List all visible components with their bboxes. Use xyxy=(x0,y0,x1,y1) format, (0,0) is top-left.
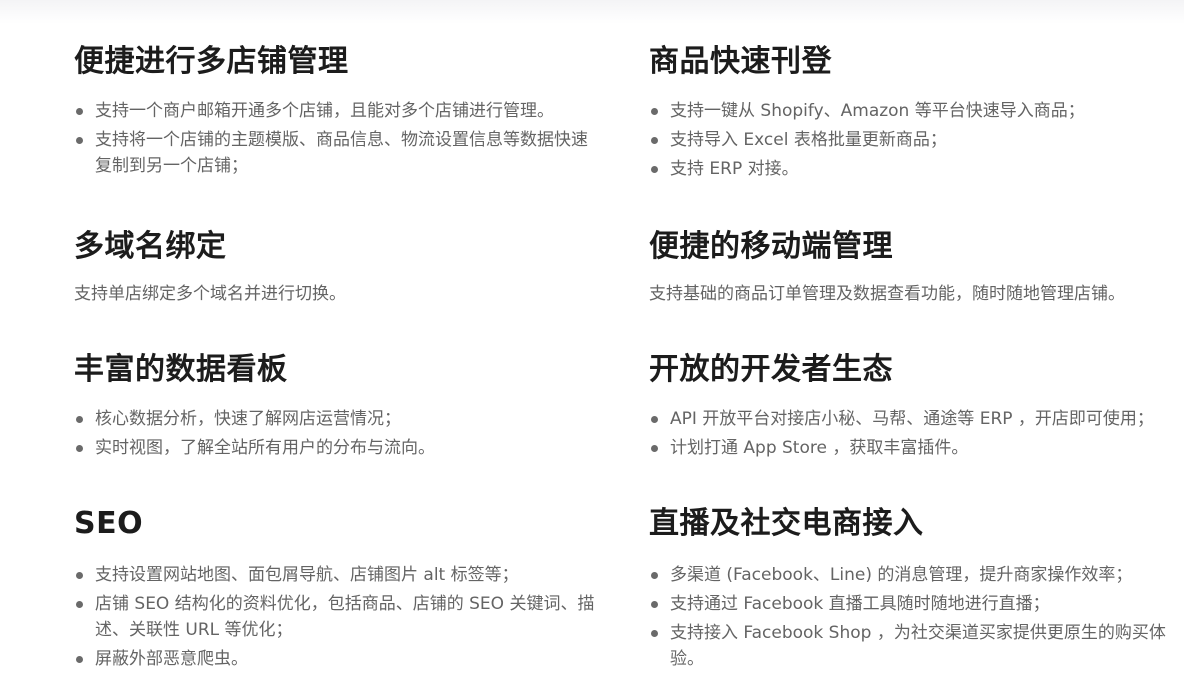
list-item: 实时视图，了解全站所有用户的分布与流向。 xyxy=(74,435,604,461)
list-item: 核心数据分析，快速了解网店运营情况； xyxy=(74,406,604,432)
feature-data-dashboard: 丰富的数据看板 核心数据分析，快速了解网店运营情况； 实时视图，了解全站所有用户… xyxy=(74,350,604,464)
feature-title: 商品快速刊登 xyxy=(649,44,832,79)
list-item: 店铺 SEO 结构化的资料优化，包括商品、店铺的 SEO 关键词、描述、关联性 … xyxy=(74,591,604,643)
feature-list: API 开放平台对接店小秘、马帮、通途等 ERP ，开店即可使用； 计划打通 A… xyxy=(649,406,1179,461)
feature-title: 丰富的数据看板 xyxy=(74,352,288,387)
feature-seo: SEO 支持设置网站地图、面包屑导航、店铺图片 alt 标签等； 店铺 SEO … xyxy=(74,504,604,675)
feature-multi-domain: 多域名绑定 支持单店绑定多个域名并进行切换。 xyxy=(74,227,604,307)
feature-list: 支持设置网站地图、面包屑导航、店铺图片 alt 标签等； 店铺 SEO 结构化的… xyxy=(74,562,604,672)
list-item: 支持导入 Excel 表格批量更新商品； xyxy=(649,127,1179,153)
list-item: 多渠道 (Facebook、Line) 的消息管理，提升商家操作效率； xyxy=(649,562,1179,588)
feature-mobile-management: 便捷的移动端管理 支持基础的商品订单管理及数据查看功能，随时随地管理店铺。 xyxy=(649,227,1179,307)
feature-title: 直播及社交电商接入 xyxy=(649,506,924,541)
feature-title: 多域名绑定 xyxy=(74,229,227,264)
list-item: 支持设置网站地图、面包屑导航、店铺图片 alt 标签等； xyxy=(74,562,604,588)
feature-list: 支持一个商户邮箱开通多个店铺，且能对多个店铺进行管理。 支持将一个店铺的主题模版… xyxy=(74,98,604,179)
list-item: 支持一个商户邮箱开通多个店铺，且能对多个店铺进行管理。 xyxy=(74,98,604,124)
feature-list: 多渠道 (Facebook、Line) 的消息管理，提升商家操作效率； 支持通过… xyxy=(649,562,1179,672)
feature-list: 支持一键从 Shopify、Amazon 等平台快速导入商品； 支持导入 Exc… xyxy=(649,98,1179,182)
feature-multistore: 便捷进行多店铺管理 支持一个商户邮箱开通多个店铺，且能对多个店铺进行管理。 支持… xyxy=(74,42,604,182)
feature-title: SEO xyxy=(74,506,144,541)
list-item: 支持一键从 Shopify、Amazon 等平台快速导入商品； xyxy=(649,98,1179,124)
list-item: 支持 ERP 对接。 xyxy=(649,156,1179,182)
feature-developer-ecosystem: 开放的开发者生态 API 开放平台对接店小秘、马帮、通途等 ERP ，开店即可使… xyxy=(649,350,1179,464)
feature-description: 支持单店绑定多个域名并进行切换。 xyxy=(74,284,346,304)
feature-list: 核心数据分析，快速了解网店运营情况； 实时视图，了解全站所有用户的分布与流向。 xyxy=(74,406,604,461)
feature-title: 便捷的移动端管理 xyxy=(649,229,893,264)
list-item: 支持接入 Facebook Shop ，为社交渠道买家提供更原生的购买体验。 xyxy=(649,620,1179,672)
feature-quick-listing: 商品快速刊登 支持一键从 Shopify、Amazon 等平台快速导入商品； 支… xyxy=(649,42,1179,185)
feature-title: 开放的开发者生态 xyxy=(649,352,893,387)
feature-title: 便捷进行多店铺管理 xyxy=(74,44,349,79)
list-item: 支持通过 Facebook 直播工具随时随地进行直播； xyxy=(649,591,1179,617)
list-item: 屏蔽外部恶意爬虫。 xyxy=(74,646,604,672)
feature-live-social-commerce: 直播及社交电商接入 多渠道 (Facebook、Line) 的消息管理，提升商家… xyxy=(649,504,1179,675)
list-item: 计划打通 App Store ，获取丰富插件。 xyxy=(649,435,1179,461)
list-item: 支持将一个店铺的主题模版、商品信息、物流设置信息等数据快速复制到另一个店铺； xyxy=(74,127,604,179)
feature-description: 支持基础的商品订单管理及数据查看功能，随时随地管理店铺。 xyxy=(649,284,1125,304)
list-item: API 开放平台对接店小秘、马帮、通途等 ERP ，开店即可使用； xyxy=(649,406,1179,432)
